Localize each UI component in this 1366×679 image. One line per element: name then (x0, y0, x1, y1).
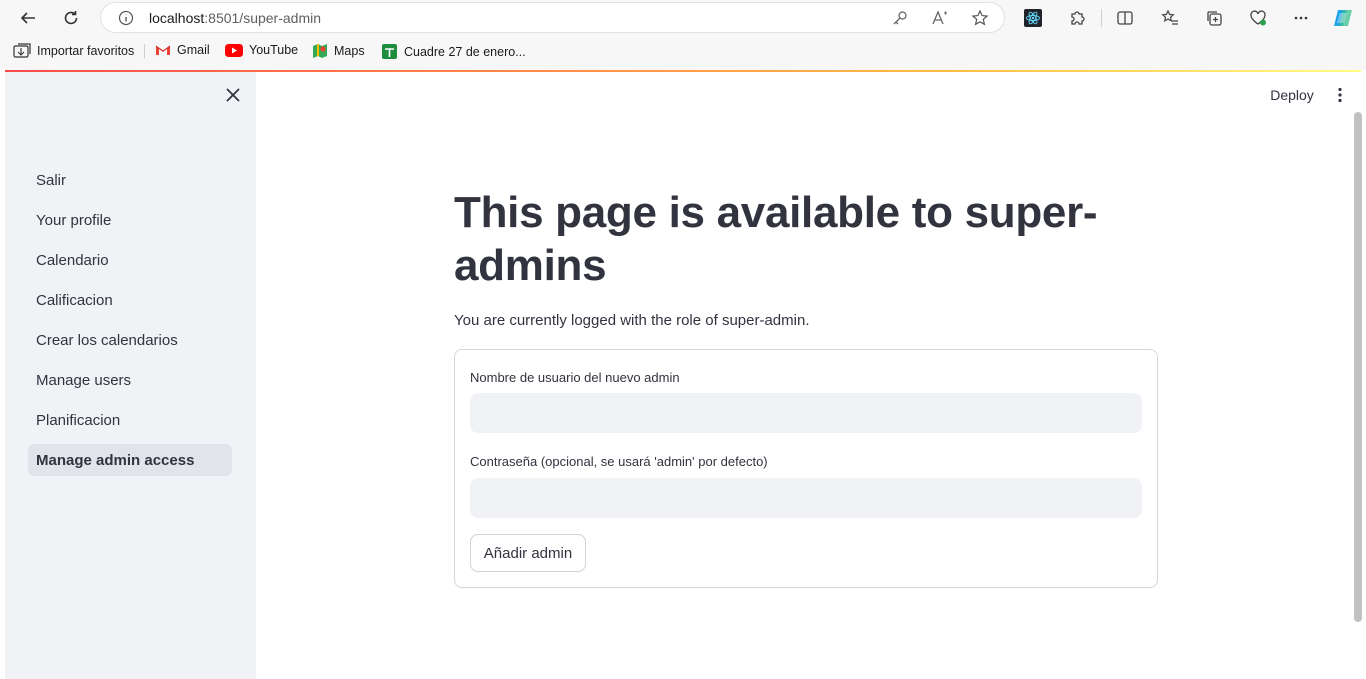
close-icon (226, 88, 240, 102)
new-admin-password-input[interactable] (470, 478, 1142, 518)
page-scrollbar[interactable] (1354, 112, 1362, 622)
react-icon (1024, 9, 1042, 27)
split-screen-button[interactable] (1113, 6, 1137, 30)
bookmark-label: YouTube (249, 43, 299, 57)
sidebar-item-your-profile[interactable]: Your profile (28, 204, 232, 236)
browser-essentials-button[interactable] (1246, 6, 1270, 30)
split-screen-icon (1117, 11, 1133, 25)
ellipsis-icon (1294, 16, 1308, 20)
url-path: :8501/super-admin (204, 10, 322, 26)
browser-chrome: localhost:8501/super-admin Importar favo… (0, 0, 1366, 70)
bookmark-label: Importar favoritos (37, 44, 135, 58)
bookmark-label: Gmail (177, 43, 210, 57)
collections-icon (1207, 11, 1222, 26)
bookmark-import-favorites[interactable]: Importar favoritos (13, 43, 134, 59)
sidebar-item-label: Calificacion (36, 291, 113, 309)
site-info-icon[interactable] (118, 10, 134, 26)
gmail-icon (155, 45, 171, 55)
add-admin-button[interactable]: Añadir admin (470, 534, 586, 572)
react-devtools-extension[interactable] (1021, 6, 1045, 30)
page-title: This page is available to super-admins (454, 188, 1098, 290)
back-arrow-icon (20, 12, 35, 24)
url-host: localhost (149, 10, 205, 26)
sidebar-item-manage-users[interactable]: Manage users (28, 364, 232, 396)
extensions-button[interactable] (1065, 6, 1089, 30)
collections-button[interactable] (1202, 6, 1226, 30)
sidebar-item-label: Calendario (36, 251, 109, 269)
url-text[interactable]: localhost:8501/super-admin (149, 10, 321, 26)
bookmark-label: Maps (334, 44, 365, 58)
bookmark-cuadre[interactable]: Cuadre 27 de enero... (381, 43, 526, 60)
sidebar: Salir Your profile Calendario Calificaci… (5, 72, 256, 679)
password-label: Contraseña (opcional, se usará 'admin' p… (470, 454, 768, 469)
copilot-button[interactable] (1331, 6, 1355, 30)
bookmark-label: Cuadre 27 de enero... (404, 44, 526, 59)
address-bar[interactable]: localhost:8501/super-admin (100, 2, 1005, 33)
sidebar-item-label: Your profile (36, 211, 112, 229)
deploy-button[interactable]: Deploy (1262, 84, 1322, 106)
role-description: You are currently logged with the role o… (454, 312, 810, 329)
new-admin-username-input[interactable] (470, 393, 1142, 433)
reload-button[interactable] (58, 5, 84, 31)
read-aloud-icon[interactable] (931, 9, 949, 27)
sidebar-item-label: Planificacion (36, 411, 121, 429)
sidebar-item-salir[interactable]: Salir (28, 164, 232, 196)
favorites-button[interactable] (1158, 6, 1182, 30)
bookmark-youtube[interactable]: YouTube (225, 43, 298, 57)
sidebar-item-label: Salir (36, 171, 67, 189)
sidebar-item-calificacion[interactable]: Calificacion (28, 284, 232, 316)
username-label: Nombre de usuario del nuevo admin (470, 370, 680, 385)
favorites-list-icon (1161, 9, 1178, 25)
maps-icon (313, 44, 327, 58)
main-menu-button[interactable] (1330, 84, 1350, 106)
puzzle-icon (1071, 11, 1085, 25)
sidebar-item-manage-admin-access[interactable]: Manage admin access (28, 444, 232, 476)
add-admin-form: Nombre de usuario del nuevo admin Contra… (454, 349, 1158, 588)
youtube-icon (225, 43, 243, 57)
heart-pulse-icon (1250, 10, 1266, 26)
copilot-icon (1334, 10, 1352, 26)
key-icon[interactable] (891, 9, 909, 27)
reload-icon (64, 11, 78, 25)
sheets-icon (382, 44, 397, 59)
sidebar-item-calendario[interactable]: Calendario (28, 244, 232, 276)
back-button[interactable] (15, 5, 41, 31)
close-sidebar-button[interactable] (223, 85, 243, 105)
sidebar-item-label: Manage users (36, 371, 132, 389)
import-favorites-icon (13, 43, 31, 58)
vertical-ellipsis-icon (1338, 87, 1342, 103)
favorite-star-icon[interactable] (971, 9, 989, 27)
sidebar-item-label: Manage admin access (36, 451, 195, 469)
bookmark-gmail[interactable]: Gmail (155, 43, 210, 57)
sidebar-item-label: Crear los calendarios (36, 331, 178, 349)
sidebar-item-crear-calendarios[interactable]: Crear los calendarios (28, 324, 232, 356)
sidebar-item-planificacion[interactable]: Planificacion (28, 404, 232, 436)
settings-more-button[interactable] (1289, 6, 1313, 30)
bookmark-maps[interactable]: Maps (312, 43, 365, 59)
